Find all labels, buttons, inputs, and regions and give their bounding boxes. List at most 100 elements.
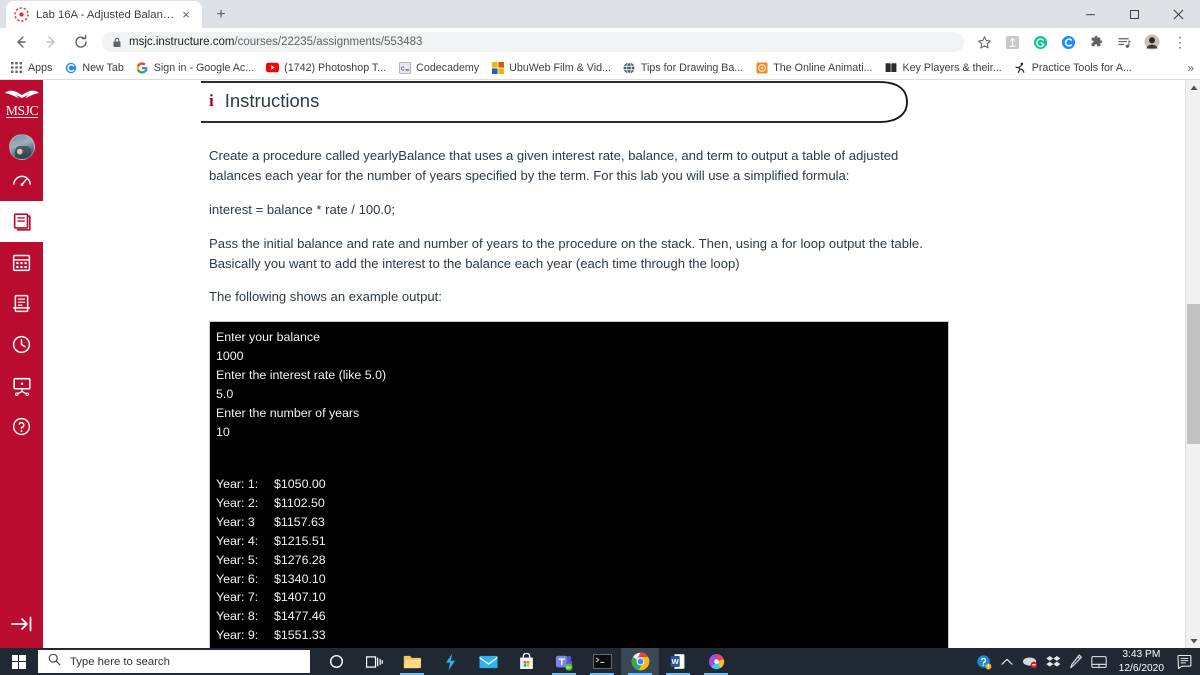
bookmark-label: The Online Animati... <box>773 61 873 74</box>
chrome-menu-icon[interactable]: ⋮ <box>1169 31 1191 53</box>
description-paragraph: Create a procedure called yearlyBalance … <box>209 148 899 183</box>
extensions-puzzle-icon[interactable] <box>1085 31 1107 53</box>
sidebar-item-account[interactable] <box>8 134 35 160</box>
extension-c-icon[interactable] <box>1057 31 1079 53</box>
task-view-icon[interactable] <box>355 648 393 675</box>
bookmark-label: New Tab <box>82 61 124 74</box>
touchpad-icon[interactable] <box>1088 648 1111 675</box>
file-explorer-icon[interactable] <box>393 648 431 675</box>
terminal-icon[interactable] <box>583 648 621 675</box>
chrome-icon[interactable] <box>621 648 659 675</box>
msjc-logo[interactable]: MSJC <box>0 84 43 120</box>
cortana-icon[interactable] <box>317 648 355 675</box>
console-line: 1000 <box>216 349 244 364</box>
show-hidden-icons-chevron[interactable] <box>996 648 1019 675</box>
console-year-row: Year: 1: $1050.00 <box>212 475 948 494</box>
sidebar-collapse-toggle[interactable] <box>0 604 43 644</box>
reading-list-icon[interactable] <box>1113 31 1135 53</box>
bookmark-ubuweb[interactable]: UbuWeb Film & Vid... <box>485 58 617 78</box>
mail-icon[interactable] <box>469 648 507 675</box>
bookmark-online-animation[interactable]: The Online Animati... <box>749 58 878 78</box>
chrome-browser-window: Lab 16A - Adjusted Balances × + msjc.ins… <box>0 0 1200 675</box>
bookmark-label: Tips for Drawing Ba... <box>640 61 744 74</box>
page-scrollbar[interactable] <box>1185 80 1200 648</box>
scroll-up-arrow-icon[interactable] <box>1186 80 1200 95</box>
bookmark-label: UbuWeb Film & Vid... <box>509 61 611 74</box>
browser-toolbar: msjc.instructure.com/courses/22235/assig… <box>0 28 1200 56</box>
bookmark-new-tab[interactable]: New Tab <box>58 58 129 78</box>
codecademy-icon: c <box>398 61 411 74</box>
action-center-icon[interactable] <box>1172 648 1196 675</box>
reload-button[interactable] <box>68 29 94 55</box>
bookmark-label: Apps <box>28 61 53 74</box>
bookmark-codecademy[interactable]: c Codecademy <box>392 58 485 78</box>
bookmark-photoshop-tutorial[interactable]: (1742) Photoshop T... <box>260 58 392 78</box>
console-line: 10 <box>216 424 230 439</box>
bookmark-label: (1742) Photoshop T... <box>284 61 387 74</box>
microsoft-store-icon[interactable] <box>507 648 545 675</box>
bookmark-key-players[interactable]: Key Players & their... <box>878 58 1007 78</box>
windows-start-icon[interactable] <box>0 648 37 675</box>
word-icon[interactable]: W <box>659 648 697 675</box>
back-button[interactable] <box>8 29 34 55</box>
bookmarks-overflow-button[interactable]: » <box>1187 61 1194 75</box>
console-line: Enter the number of years <box>216 405 360 420</box>
address-bar[interactable]: msjc.instructure.com/courses/22235/assig… <box>102 32 964 52</box>
console-year-row: Year: 4: $1215.51 <box>212 532 948 551</box>
assignment-description: Create a procedure called yearlyBalance … <box>209 146 951 307</box>
bookmark-star-icon[interactable] <box>973 31 995 53</box>
globe-icon <box>623 61 636 74</box>
console-year-row: Year: 6: $1340.10 <box>212 570 948 589</box>
scroll-down-arrow-icon[interactable] <box>1186 633 1200 648</box>
sidebar-item-help[interactable] <box>0 406 43 447</box>
sidebar-item-dashboard[interactable] <box>0 160 43 201</box>
extension-gray-icon[interactable] <box>1001 31 1023 53</box>
tray-red-dot-icon[interactable] <box>1019 648 1042 675</box>
paint-3d-icon[interactable] <box>697 648 735 675</box>
scrollbar-thumb[interactable] <box>1187 304 1200 444</box>
forward-button[interactable] <box>38 29 64 55</box>
tab-close-icon[interactable]: × <box>178 7 194 23</box>
bookmark-label: Codecademy <box>416 61 480 74</box>
example-output-label: The following shows an example output: <box>209 289 442 305</box>
year-value: $1276.28 <box>274 552 326 567</box>
sidebar-item-studio[interactable] <box>0 365 43 406</box>
minimize-button[interactable] <box>1068 0 1112 28</box>
sidebar-item-courses[interactable] <box>0 201 43 242</box>
sidebar-item-calendar[interactable] <box>0 242 43 283</box>
onedrive-help-icon[interactable] <box>973 648 996 675</box>
lock-icon <box>112 37 122 48</box>
svg-text:9+: 9+ <box>566 664 572 669</box>
taskbar-search-input[interactable]: Type here to search <box>38 650 310 673</box>
window-controls <box>1068 0 1200 28</box>
bookmarks-bar: Apps New Tab Sign in - Google Ac... (174… <box>0 56 1200 80</box>
maximize-button[interactable] <box>1112 0 1156 28</box>
year-label: Year: 5: <box>216 552 259 567</box>
bookmark-apps[interactable]: Apps <box>4 58 58 78</box>
bookmark-google-signin[interactable]: Sign in - Google Ac... <box>130 58 260 78</box>
dropbox-icon[interactable] <box>1042 648 1065 675</box>
year-label: Year: 1: <box>216 477 259 492</box>
year-label: Year: 8: <box>216 609 259 624</box>
taskbar-clock[interactable]: 3:43 PM 12/6/2020 <box>1111 648 1172 675</box>
lightning-app-icon[interactable] <box>431 648 469 675</box>
console-line: Enter the interest rate (like 5.0) <box>216 368 387 383</box>
close-window-button[interactable] <box>1156 0 1200 28</box>
browser-tab[interactable]: Lab 16A - Adjusted Balances × <box>6 1 202 28</box>
profile-avatar-icon[interactable] <box>1141 31 1163 53</box>
teams-icon[interactable]: 9+ <box>545 648 583 675</box>
sidebar-item-inbox[interactable] <box>0 283 43 324</box>
new-tab-icon <box>64 61 77 74</box>
grammarly-icon[interactable] <box>1029 31 1051 53</box>
new-tab-button[interactable]: + <box>208 2 234 28</box>
svg-text:c: c <box>401 65 405 72</box>
console-line: Enter your balance <box>216 330 321 345</box>
bookmark-drawing-tips[interactable]: Tips for Drawing Ba... <box>617 58 749 78</box>
page-title: i Instructions <box>209 82 909 112</box>
sidebar-item-history[interactable] <box>0 324 43 365</box>
console-year-row: Year: 9: $1551.33 <box>212 626 948 645</box>
url-domain: msjc.instructure.com <box>129 36 235 48</box>
bookmark-practice-tools[interactable]: Practice Tools for A... <box>1008 58 1138 78</box>
pen-icon[interactable] <box>1065 648 1088 675</box>
